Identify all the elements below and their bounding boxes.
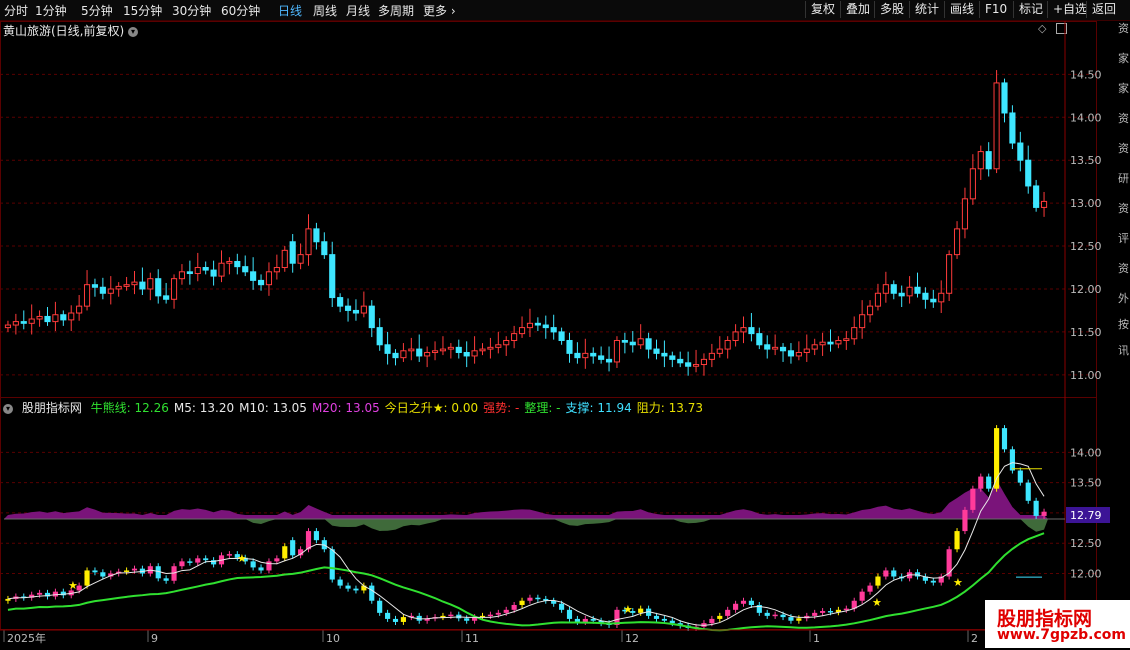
indicator-item-7: 支撑: 11.94 [565, 401, 632, 415]
toolbar: 分时 1分钟 5分钟 15分钟 30分钟 60分钟 日线 周线 月线 多周期 更… [0, 0, 1130, 21]
sidebar-glyph[interactable]: 资 [1118, 202, 1130, 232]
indicator-item-8: 阻力: 13.73 [636, 401, 703, 415]
x-tick-label: 12 [625, 632, 639, 645]
period-tab-30min[interactable]: 30分钟 [172, 2, 211, 19]
button-biaoji[interactable]: 标记 [1013, 1, 1048, 18]
indicator-item-5: 强势: - [483, 401, 520, 415]
x-tick-label: 9 [151, 632, 158, 645]
button-duogu[interactable]: 多股 [874, 1, 909, 18]
indicator-item-0: 牛熊线: 12.26 [90, 401, 169, 415]
indicator-item-3: M20: 13.05 [311, 401, 380, 415]
indicator-item-2: M10: 13.05 [239, 401, 307, 415]
sidebar-glyph[interactable]: 讯 [1118, 344, 1130, 370]
period-tab-weekly[interactable]: 周线 [313, 2, 337, 19]
collapse-icon[interactable]: ▾ [3, 403, 13, 414]
sidebar-glyph[interactable]: 资 [1118, 22, 1130, 52]
watermark-url: www.7gpzb.com [997, 627, 1127, 643]
watermark: 股朋指标网 www.7gpzb.com [985, 600, 1130, 648]
main-chart-frame [0, 21, 1097, 398]
x-tick-label: 10 [326, 632, 340, 645]
period-tab-daily[interactable]: 日线 [278, 2, 302, 19]
main-chart-title: 黄山旅游(日线,前复权) ▾ [3, 22, 139, 39]
sidebar-glyph[interactable]: 评 [1118, 232, 1130, 262]
period-tab-more[interactable]: 更多 › [423, 2, 456, 19]
x-tick-label: 1 [813, 632, 820, 645]
sidebar-glyph[interactable]: 外 [1118, 292, 1130, 318]
button-huaxian[interactable]: 画线 [944, 1, 979, 18]
chevron-down-icon[interactable]: ▾ [128, 26, 139, 37]
x-tick-label: 2 [971, 632, 978, 645]
sidebar-glyph[interactable]: 家 [1118, 82, 1130, 112]
indicator-frame [0, 397, 1097, 630]
indicator-item-4: 今日之升★: 0.00 [384, 401, 479, 415]
stock-title: 黄山旅游(日线,前复权) [3, 24, 125, 38]
more-label: 更多 [423, 4, 448, 18]
window-icon[interactable] [1056, 23, 1067, 34]
x-tick-label: 11 [465, 632, 479, 645]
button-f10[interactable]: F10 [979, 1, 1012, 18]
period-tab-fenshi[interactable]: 分时 [4, 2, 28, 19]
indicator-item-1: M5: 13.20 [173, 401, 235, 415]
sidebar-glyph[interactable]: 资 [1118, 262, 1130, 292]
button-fuquan[interactable]: 复权 [805, 1, 840, 18]
chevron-right-icon: › [450, 4, 456, 18]
indicator-items: 牛熊线: 12.26 M5: 13.20 M10: 13.05 M20: 13.05 今… [91, 401, 708, 415]
sidebar-glyph[interactable]: 资 [1118, 142, 1130, 172]
right-sidebar: 资家家资资研资评资外按讯 [1118, 22, 1130, 370]
button-fanhui[interactable]: 返回 [1086, 1, 1121, 18]
button-tongji[interactable]: 统计 [909, 1, 944, 18]
sidebar-glyph[interactable]: 研 [1118, 172, 1130, 202]
indicator-legend: ▾ 股朋指标网 牛熊线: 12.26 M5: 13.20 M10: 13.05 M20… [3, 399, 713, 416]
button-diejia[interactable]: 叠加 [840, 1, 875, 18]
sidebar-glyph[interactable]: 资 [1118, 112, 1130, 142]
indicator-name: 股朋指标网 [21, 401, 82, 415]
diamond-icon[interactable]: ◇ [1038, 22, 1046, 35]
period-tab-15min[interactable]: 15分钟 [123, 2, 162, 19]
sidebar-glyph[interactable]: 按 [1118, 318, 1130, 344]
period-tab-60min[interactable]: 60分钟 [221, 2, 260, 19]
period-tab-1min[interactable]: 1分钟 [35, 2, 67, 19]
period-tab-monthly[interactable]: 月线 [346, 2, 370, 19]
period-tab-multi[interactable]: 多周期 [378, 2, 414, 19]
indicator-item-6: 整理: - [524, 401, 561, 415]
sidebar-glyph[interactable]: 家 [1118, 52, 1130, 82]
period-tab-5min[interactable]: 5分钟 [81, 2, 113, 19]
x-tick-label: 2025年 [7, 631, 46, 645]
